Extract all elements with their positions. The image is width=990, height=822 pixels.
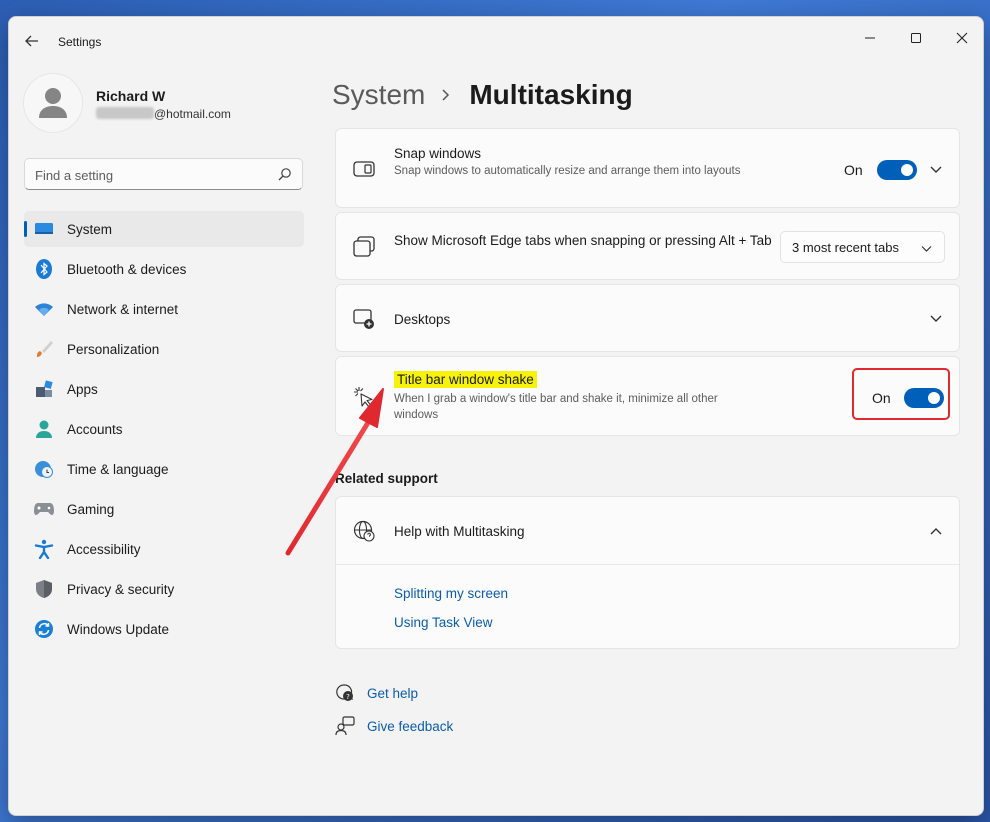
title-bar-shake-toggle[interactable] [904, 388, 944, 408]
back-arrow-icon [25, 35, 38, 47]
shield-icon [33, 578, 55, 600]
minimize-button[interactable] [847, 23, 893, 53]
sidebar-item-label: System [67, 221, 113, 237]
title-bar-shake-card: Title bar window shake When I grab a win… [335, 356, 960, 436]
edge-tabs-icon [353, 236, 375, 258]
chevron-up-icon[interactable] [928, 523, 944, 539]
brush-icon [33, 338, 55, 360]
sidebar-item-windows-update[interactable]: Windows Update [24, 611, 304, 647]
help-title: Help with Multitasking [394, 524, 525, 539]
maximize-button[interactable] [893, 23, 939, 53]
breadcrumb-parent[interactable]: System [332, 79, 425, 111]
sidebar-item-privacy[interactable]: Privacy & security [24, 571, 304, 607]
help-card: Help with Multitasking Splitting my scre… [335, 496, 960, 649]
title-bar-shake-toggle-label: On [872, 390, 891, 406]
sidebar-item-accounts[interactable]: Accounts [24, 411, 304, 447]
desktops-title: Desktops [394, 312, 451, 327]
related-support-heading: Related support [335, 471, 438, 486]
sidebar-item-accessibility[interactable]: Accessibility [24, 531, 304, 567]
apps-icon [33, 378, 55, 400]
maximize-icon [911, 33, 921, 43]
snap-windows-toggle-label: On [844, 162, 863, 178]
search-icon[interactable] [278, 167, 292, 181]
desktops-card[interactable]: Desktops [335, 284, 960, 352]
profile-name: Richard W [96, 88, 166, 104]
help-link-task-view[interactable]: Using Task View [394, 615, 493, 630]
sidebar-item-label: Apps [67, 381, 98, 397]
edge-tabs-card: Show Microsoft Edge tabs when snapping o… [335, 212, 960, 280]
sidebar-item-time-language[interactable]: Time & language [24, 451, 304, 487]
sidebar-item-label: Accounts [67, 421, 123, 437]
back-button[interactable] [21, 31, 43, 51]
sidebar-item-personalization[interactable]: Personalization [24, 331, 304, 367]
get-help-text: Get help [367, 685, 419, 701]
snap-windows-toggle[interactable] [877, 160, 917, 180]
shake-cursor-icon [353, 386, 375, 408]
give-feedback-link[interactable]: Give feedback [335, 715, 453, 737]
avatar [23, 73, 83, 133]
sidebar-item-label: Accessibility [67, 541, 141, 557]
chevron-down-icon [921, 241, 932, 256]
edge-tabs-dropdown[interactable]: 3 most recent tabs [780, 231, 945, 263]
sidebar-item-system[interactable]: System [24, 211, 304, 247]
system-icon [33, 218, 55, 240]
bluetooth-icon [33, 258, 55, 280]
sidebar-item-label: Privacy & security [67, 581, 175, 597]
update-icon [33, 618, 55, 640]
snap-windows-card[interactable]: Snap windows Snap windows to automatical… [335, 128, 960, 208]
add-desktop-icon [353, 308, 375, 330]
sidebar-item-label: Personalization [67, 341, 160, 357]
sidebar-item-label: Gaming [67, 501, 115, 517]
globe-help-icon [353, 520, 375, 542]
app-title: Settings [58, 35, 102, 49]
chevron-down-icon[interactable] [928, 311, 944, 327]
breadcrumb: System Multitasking [332, 75, 633, 115]
feedback-icon [335, 716, 355, 736]
chevron-right-icon [441, 88, 451, 102]
profile-email: @hotmail.com [96, 107, 231, 121]
close-button[interactable] [939, 23, 983, 53]
sidebar-item-label: Time & language [67, 461, 169, 477]
globe-clock-icon [33, 458, 55, 480]
sidebar-item-label: Windows Update [67, 621, 170, 637]
gamepad-icon [33, 498, 55, 520]
get-help-icon: ? [335, 683, 355, 703]
user-profile[interactable]: Richard W @hotmail.com [23, 73, 313, 137]
sidebar-item-apps[interactable]: Apps [24, 371, 304, 407]
title-bar-shake-title: Title bar window shake [394, 371, 537, 388]
sidebar-item-label: Bluetooth & devices [67, 261, 187, 277]
wifi-icon [33, 298, 55, 320]
edge-tabs-title: Show Microsoft Edge tabs when snapping o… [394, 233, 772, 248]
sidebar-nav: System Bluetooth & devices Network & int… [24, 211, 304, 651]
title-bar: Settings [9, 17, 983, 63]
accessibility-icon [33, 538, 55, 560]
snap-windows-description: Snap windows to automatically resize and… [394, 165, 741, 177]
give-feedback-text: Give feedback [367, 718, 454, 734]
redacted-email [96, 107, 154, 119]
help-link-splitting-screen[interactable]: Splitting my screen [394, 586, 508, 601]
close-icon [956, 32, 968, 44]
chevron-down-icon[interactable] [928, 162, 944, 178]
title-bar-shake-description: When I grab a window's title bar and sha… [394, 393, 718, 421]
sidebar-item-label: Network & internet [67, 301, 179, 317]
settings-window: Settings Richard W @hotmail.com System B… [8, 16, 984, 816]
page-title: Multitasking [469, 79, 633, 110]
search-input[interactable] [35, 165, 265, 185]
snap-windows-title: Snap windows [394, 146, 482, 161]
sidebar-item-bluetooth[interactable]: Bluetooth & devices [24, 251, 304, 287]
get-help-link[interactable]: ? Get help [335, 682, 418, 704]
svg-text:?: ? [346, 693, 350, 701]
minimize-icon [865, 37, 875, 39]
sidebar-item-network[interactable]: Network & internet [24, 291, 304, 327]
account-icon [33, 418, 55, 440]
snap-windows-icon [353, 158, 375, 180]
search-box[interactable] [24, 158, 303, 190]
person-icon [39, 88, 67, 118]
help-header[interactable]: Help with Multitasking [336, 497, 959, 565]
sidebar-item-gaming[interactable]: Gaming [24, 491, 304, 527]
edge-tabs-dropdown-value: 3 most recent tabs [792, 239, 899, 255]
